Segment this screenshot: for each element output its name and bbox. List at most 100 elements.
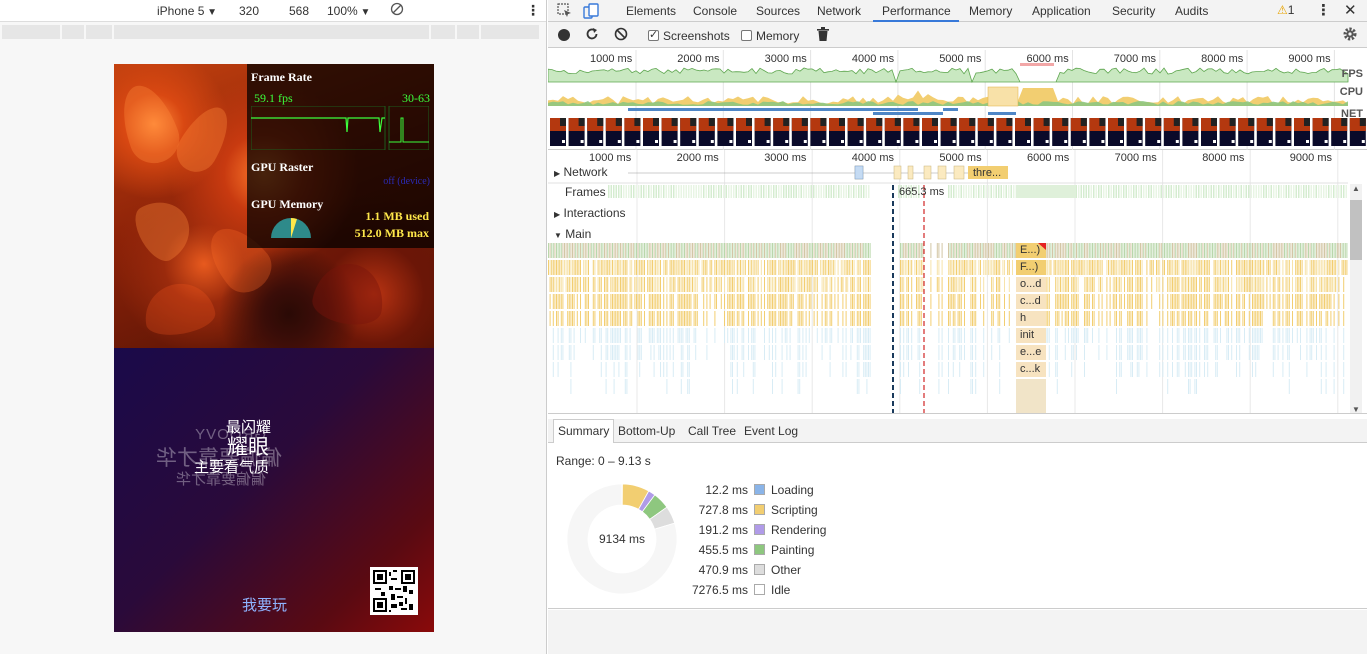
screenshot-thumbnail[interactable]	[680, 118, 697, 146]
screenshot-thumbnail[interactable]	[698, 118, 715, 146]
tab-memory[interactable]: Memory	[969, 4, 1012, 18]
screenshot-thumbnail[interactable]	[605, 118, 622, 146]
screenshot-thumbnail[interactable]	[791, 118, 808, 146]
screenshot-thumbnail[interactable]	[1201, 118, 1217, 146]
screenshot-thumbnail[interactable]	[1312, 118, 1329, 146]
screenshot-thumbnail[interactable]	[1331, 118, 1348, 146]
network-request-block[interactable]	[923, 165, 932, 180]
screenshot-thumbnail[interactable]	[1108, 118, 1124, 146]
screenshot-thumbnail[interactable]	[810, 118, 827, 146]
flame-block[interactable]	[1016, 379, 1046, 414]
screenshot-thumbnail[interactable]	[643, 118, 659, 146]
more-options-icon[interactable]: ⋮	[526, 2, 540, 19]
screenshot-thumbnail[interactable]	[959, 118, 976, 146]
screenshot-thumbnail[interactable]	[977, 118, 994, 146]
screenshot-thumbnail[interactable]	[884, 118, 901, 146]
screenshot-thumbnail[interactable]	[661, 118, 678, 146]
screenshot-thumbnail[interactable]	[773, 118, 790, 146]
screenshot-thumbnail[interactable]	[1089, 118, 1106, 146]
screenshot-thumbnail[interactable]	[847, 118, 864, 146]
screenshot-thumbnail[interactable]	[736, 118, 752, 146]
memory-checkbox[interactable]: Memory	[741, 29, 799, 43]
tab-summary[interactable]: Summary	[553, 419, 615, 443]
timeline-overview[interactable]: FPS CPU NET 1000 ms 2000 ms 3000 ms 4000 ms…	[548, 50, 1367, 150]
tab-security[interactable]: Security	[1112, 4, 1155, 18]
reload-record-icon[interactable]	[585, 27, 599, 44]
screenshot-thumbnail[interactable]	[1219, 118, 1236, 146]
settings-gear-icon[interactable]	[1342, 26, 1358, 45]
warnings-indicator[interactable]: ⚠1	[1277, 3, 1294, 17]
screenshot-thumbnail[interactable]	[1126, 118, 1143, 146]
screenshot-thumbnail[interactable]	[1238, 118, 1255, 146]
ruler-segment[interactable]	[431, 25, 455, 39]
screenshot-thumbnail[interactable]	[1145, 118, 1162, 146]
screenshot-thumbnail[interactable]	[866, 118, 883, 146]
scroll-up-icon[interactable]: ▲	[1352, 184, 1360, 193]
customize-devtools-icon[interactable]: ⋮	[1316, 1, 1331, 19]
tab-console[interactable]: Console	[693, 4, 737, 18]
screenshot-thumbnail[interactable]	[624, 118, 641, 146]
network-request-block[interactable]	[854, 165, 864, 180]
screenshot-thumbnail[interactable]	[1052, 118, 1069, 146]
screenshot-thumbnail[interactable]	[550, 118, 566, 146]
tab-performance[interactable]: Performance	[882, 4, 951, 18]
zoom-select[interactable]: 100%	[327, 4, 370, 18]
ruler-segment[interactable]	[2, 25, 60, 39]
screenshot-thumbnail[interactable]	[903, 118, 920, 146]
device-select[interactable]: iPhone 5	[157, 4, 217, 18]
screenshot-thumbnail[interactable]	[587, 118, 604, 146]
screenshot-thumbnail[interactable]	[922, 118, 938, 146]
trash-icon[interactable]	[817, 27, 829, 44]
screenshot-thumbnail[interactable]	[1163, 118, 1180, 146]
tab-bottom-up[interactable]: Bottom-Up	[618, 424, 675, 438]
network-request-block[interactable]	[953, 165, 965, 180]
ruler-segment[interactable]	[114, 25, 429, 39]
play-link[interactable]: 我要玩	[242, 594, 287, 615]
network-request-block[interactable]	[893, 165, 902, 180]
vertical-scrollbar[interactable]: ▲ ▼	[1350, 184, 1362, 413]
screenshot-thumbnail[interactable]	[1015, 118, 1031, 146]
screenshot-thumbnail[interactable]	[754, 118, 771, 146]
tab-event-log[interactable]: Event Log	[744, 424, 798, 438]
record-icon[interactable]	[558, 29, 570, 41]
tab-application[interactable]: Application	[1032, 4, 1091, 18]
tab-network[interactable]: Network	[817, 4, 861, 18]
clear-icon[interactable]	[614, 27, 628, 44]
rotate-icon[interactable]	[390, 2, 404, 19]
scroll-down-icon[interactable]: ▼	[1352, 405, 1360, 413]
network-track-toggle[interactable]: ▶ Network	[554, 165, 608, 179]
tab-audits[interactable]: Audits	[1175, 4, 1208, 18]
tab-call-tree[interactable]: Call Tree	[688, 424, 736, 438]
close-devtools-icon[interactable]: ✕	[1344, 1, 1357, 19]
flame-chart[interactable]: 1000 ms 2000 ms 3000 ms 4000 ms 5000 ms 6000 …	[548, 150, 1367, 414]
tab-sources[interactable]: Sources	[756, 4, 800, 18]
device-toggle-icon[interactable]	[583, 3, 599, 22]
network-request-block[interactable]	[907, 165, 914, 180]
screenshot-thumbnail[interactable]	[829, 118, 845, 146]
ruler-segment[interactable]	[62, 25, 84, 39]
screenshot-thumbnail[interactable]	[1349, 118, 1366, 146]
ruler-segment[interactable]	[481, 25, 539, 39]
main-track-toggle[interactable]: ▼ Main	[554, 227, 591, 241]
screenshot-thumbnail[interactable]	[1294, 118, 1310, 146]
ruler-segment[interactable]	[86, 25, 112, 39]
screenshot-thumbnail[interactable]	[717, 118, 734, 146]
network-request-block[interactable]	[937, 165, 947, 180]
screenshot-thumbnail[interactable]	[1182, 118, 1199, 146]
ruler-segment[interactable]	[457, 25, 479, 39]
screenshot-thumbnail[interactable]	[568, 118, 585, 146]
screenshot-thumbnail[interactable]	[1256, 118, 1273, 146]
screenshots-checkbox[interactable]: Screenshots	[648, 28, 730, 43]
flame-bar	[1106, 328, 1108, 343]
device-height-input[interactable]: 568	[289, 4, 309, 18]
device-width-input[interactable]: 320	[239, 4, 259, 18]
screenshot-thumbnail[interactable]	[996, 118, 1013, 146]
screenshot-thumbnail[interactable]	[1070, 118, 1087, 146]
interactions-track-toggle[interactable]: ▶ Interactions	[554, 206, 626, 220]
screenshot-thumbnail[interactable]	[1033, 118, 1050, 146]
screenshot-thumbnail[interactable]	[1275, 118, 1292, 146]
screenshot-thumbnail[interactable]	[940, 118, 957, 146]
inspect-element-icon[interactable]	[557, 3, 573, 22]
tab-elements[interactable]: Elements	[626, 4, 676, 18]
scrollbar-thumb[interactable]	[1350, 200, 1362, 260]
